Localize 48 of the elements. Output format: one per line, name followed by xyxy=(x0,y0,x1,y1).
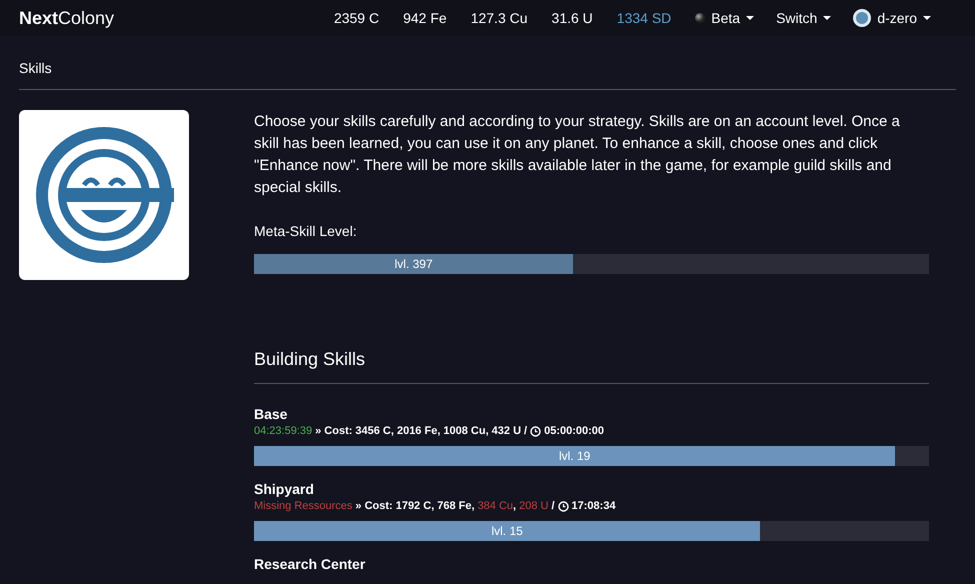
level-label: lvl. 15 xyxy=(490,523,524,540)
skill-name: Research Center xyxy=(254,555,366,573)
caret-icon xyxy=(923,16,931,20)
cost-value: 208 U xyxy=(519,499,548,513)
section-title: Building Skills xyxy=(254,349,366,369)
planet-icon xyxy=(695,13,706,23)
resource-count: 2359 C xyxy=(334,8,380,28)
cost-label: » Cost: xyxy=(355,499,393,513)
cost-value: 1792 C xyxy=(396,499,432,513)
resource-count: 127.3 Cu xyxy=(470,8,528,28)
clock-icon xyxy=(530,426,542,436)
cost-value: 3456 C xyxy=(355,424,391,438)
duration-text: 05:00:00:00 xyxy=(544,424,604,438)
cost-value: 384 Cu xyxy=(478,499,514,513)
avatar-icon xyxy=(853,9,872,27)
level-label: lvl. 19 xyxy=(558,448,592,465)
comma-separator: , xyxy=(431,499,434,513)
status-text: 04:23:59:39 xyxy=(254,424,312,438)
skill-name: Shipyard xyxy=(254,480,315,498)
clock-icon xyxy=(558,500,569,512)
resource-count: 942 Fe xyxy=(403,8,447,28)
caret-icon xyxy=(746,16,754,20)
caret-icon xyxy=(823,16,832,20)
cost-value: 1008 Cu xyxy=(443,424,486,438)
nav-dropdown[interactable]: Switch xyxy=(776,8,832,28)
comma-separator: , xyxy=(486,424,489,438)
comma-separator: , xyxy=(472,499,475,513)
comma-separator: , xyxy=(390,424,394,438)
skill-name: Base xyxy=(254,405,288,423)
level-label: lvl. 397 xyxy=(394,256,434,273)
status-text: Missing Ressources xyxy=(254,499,352,513)
intro-text: Choose your skills carefully and according to your strategy. Skills are on an account level. Once a skill has been learned, you can use it on any planet. To enhance a skill, choose ones and click "Enhance now". There will be more skills available later in the game, for example guild skills and special skills. xyxy=(254,112,901,198)
page-title: Skills xyxy=(19,59,52,78)
cost-value: 432 U xyxy=(492,424,522,438)
comma-separator: , xyxy=(437,424,440,438)
cost-value: 768 Fe xyxy=(437,499,472,513)
comma-separator: , xyxy=(513,499,516,513)
cost-label: » Cost: xyxy=(315,424,352,438)
nav-dropdown[interactable]: Beta xyxy=(695,8,754,28)
slash-separator: / xyxy=(524,424,528,438)
duration-text: 17:08:34 xyxy=(572,499,616,513)
nav-dropdown[interactable]: d-zero xyxy=(853,8,931,28)
brand-logo[interactable]: NextColony xyxy=(19,4,114,32)
slash-separator: / xyxy=(551,499,555,513)
cost-value: 2016 Fe xyxy=(396,424,438,438)
meta-skill-label: Meta-Skill Level: xyxy=(254,222,357,241)
resource-count: 31.6 U xyxy=(552,8,593,28)
resource-count: 1334 SD xyxy=(616,8,672,28)
